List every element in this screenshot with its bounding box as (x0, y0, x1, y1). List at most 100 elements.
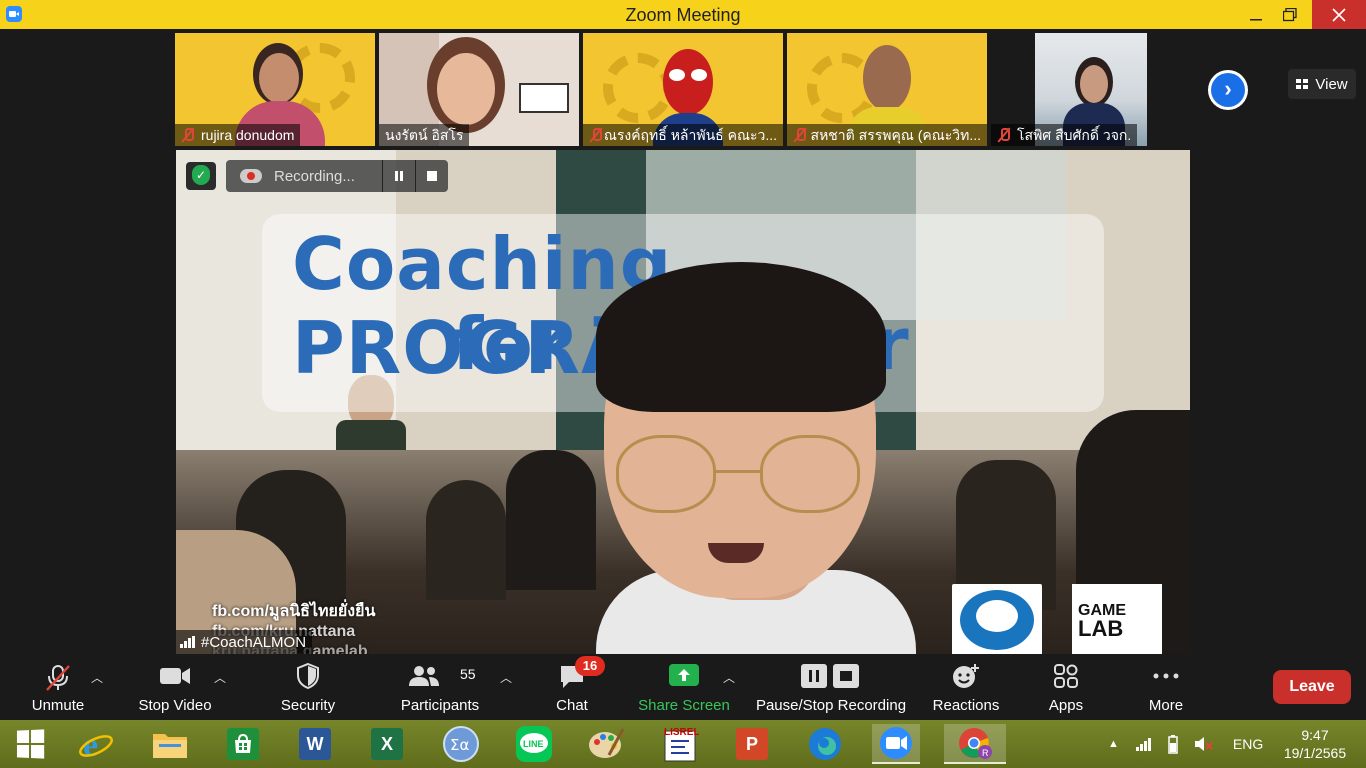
taskbar-zoom[interactable] (872, 724, 920, 764)
reactions-button[interactable]: Reactions (928, 654, 1004, 720)
store-icon (227, 728, 259, 760)
stop-video-button[interactable]: Stop Video (134, 654, 216, 720)
network-signal-icon[interactable] (1135, 736, 1153, 752)
windows-taskbar: e W X Σα LINE LISREL P R ▲ ENG 9:47 19/1… (0, 720, 1366, 768)
battery-icon[interactable] (1165, 734, 1181, 754)
taskbar-powerpoint[interactable]: P (728, 724, 776, 764)
view-button[interactable]: View (1288, 69, 1356, 99)
window-title: Zoom Meeting (625, 5, 741, 25)
internet-explorer-icon: e (79, 727, 113, 762)
recording-label: Recording... (274, 167, 355, 185)
close-icon (1332, 7, 1346, 22)
taskbar-edge[interactable] (801, 724, 849, 764)
active-speaker-video: Coaching PROGRAM for Teacher fb.com/มูลน… (176, 150, 1190, 654)
zoom-window: Zoom Meeting rujira donudom นงรัตน์ อิสโ… (0, 0, 1366, 768)
svg-text:LINE: LINE (523, 739, 544, 749)
mic-muted-icon (997, 128, 1011, 142)
participant-name: สหชาติ สรรพคุณ (คณะวิท... (787, 124, 987, 146)
stop-icon (427, 171, 437, 181)
minimize-icon (1250, 18, 1262, 20)
pause-stop-recording-button[interactable]: Pause/Stop Recording (754, 654, 908, 720)
clock-time: 9:47 (1301, 727, 1329, 743)
apps-icon (1054, 664, 1078, 688)
svg-text:R: R (982, 748, 989, 758)
meeting-toolbar: Unmute ︿ Stop Video ︿ Security 55 Partic… (0, 654, 1366, 720)
more-button[interactable]: More (1140, 654, 1192, 720)
participant-name: ณรงค์ฤทธิ์ หล้าพันธ์ คณะว... (583, 124, 783, 146)
mic-muted-icon (793, 128, 806, 142)
title-bar: Zoom Meeting (0, 0, 1366, 29)
excel-icon: X (371, 728, 403, 760)
folder-icon (153, 734, 187, 758)
taskbar-math-input[interactable]: Σα (437, 724, 485, 764)
start-button[interactable] (6, 724, 54, 764)
taskbar-chrome[interactable]: R (944, 724, 1006, 764)
taskbar-internet-explorer[interactable]: e (72, 724, 120, 764)
recording-indicator: Recording... (226, 160, 448, 192)
clock[interactable]: 9:47 19/1/2565 (1270, 726, 1360, 762)
audio-options-caret[interactable]: ︿ (91, 669, 103, 686)
pause-stop-icon (801, 664, 859, 688)
chrome-browser-icon: R (959, 728, 992, 759)
system-tray: ▲ ENG (1108, 720, 1263, 768)
participants-icon (409, 666, 439, 686)
share-screen-icon (669, 664, 699, 686)
lisrel-icon: LISREL (664, 727, 699, 762)
participant-tile[interactable]: โสพิศ สืบศักดิ์ วจก. (991, 33, 1191, 146)
apps-button[interactable]: Apps (1040, 654, 1092, 720)
unmute-button[interactable]: Unmute (22, 654, 94, 720)
video-options-caret[interactable]: ︿ (214, 669, 226, 686)
more-dots-icon (1153, 673, 1179, 679)
windows-logo-icon (16, 729, 45, 759)
participant-name: นงรัตน์ อิสโร (379, 124, 470, 146)
taskbar-lisrel[interactable]: LISREL (656, 724, 704, 764)
participant-name: โสพิศ สืบศักดิ์ วจก. (991, 124, 1138, 146)
show-hidden-icons-button[interactable]: ▲ (1108, 738, 1119, 750)
security-button[interactable]: Security (272, 654, 344, 720)
foundation-logo (952, 584, 1042, 654)
encryption-shield-icon[interactable] (186, 162, 216, 190)
maximize-button[interactable] (1268, 0, 1312, 29)
participant-gallery: rujira donudom นงรัตน์ อิสโร ณรงค์ฤทธิ์ … (0, 29, 1366, 150)
svg-text:LISREL: LISREL (664, 727, 699, 738)
taskbar-line[interactable]: LINE (510, 724, 558, 764)
taskbar-word[interactable]: W (291, 724, 339, 764)
share-screen-button[interactable]: Share Screen (636, 654, 732, 720)
word-icon: W (299, 728, 331, 760)
edge-browser-icon (809, 728, 841, 760)
close-button[interactable] (1312, 0, 1366, 29)
participant-tile[interactable]: นงรัตน์ อิสโร (379, 33, 579, 146)
participant-tile[interactable]: สหชาติ สรรพคุณ (คณะวิท... (787, 33, 987, 146)
powerpoint-icon: P (736, 728, 768, 760)
leave-button[interactable]: Leave (1273, 670, 1351, 704)
input-language[interactable]: ENG (1233, 736, 1263, 752)
participants-options-caret[interactable]: ︿ (500, 669, 512, 686)
line-app-icon: LINE (516, 726, 552, 762)
participants-count: 55 (460, 666, 476, 682)
participant-tile[interactable]: rujira donudom (175, 33, 375, 146)
restore-icon (1283, 7, 1297, 21)
signal-strength-icon (180, 636, 195, 648)
unread-chat-badge: 16 (575, 656, 605, 676)
taskbar-excel[interactable]: X (363, 724, 411, 764)
shield-icon (297, 662, 319, 690)
cloud-recording-icon (240, 169, 262, 183)
speaker-muted-icon[interactable] (1193, 735, 1213, 753)
participant-tile[interactable]: ณรงค์ฤทธิ์ หล้าพันธ์ คณะว... (583, 33, 783, 146)
mic-muted-icon (589, 128, 602, 142)
math-input-icon: Σα (443, 726, 479, 762)
speaker-name: #CoachALMON (201, 633, 307, 651)
participants-button[interactable]: 55 Participants (396, 654, 484, 720)
speaker-name-tag: #CoachALMON (176, 630, 313, 654)
mic-muted-icon (181, 128, 195, 142)
grid-view-icon (1296, 78, 1309, 90)
svg-text:Σα: Σα (450, 736, 469, 754)
stop-recording-button[interactable] (415, 160, 448, 192)
taskbar-store[interactable] (219, 724, 267, 764)
taskbar-file-explorer[interactable] (146, 724, 194, 764)
pause-recording-button[interactable] (382, 160, 415, 192)
taskbar-paint[interactable] (582, 724, 630, 764)
next-page-button[interactable]: › (1208, 70, 1248, 110)
share-options-caret[interactable]: ︿ (723, 669, 735, 686)
clock-date: 19/1/2565 (1283, 745, 1347, 761)
